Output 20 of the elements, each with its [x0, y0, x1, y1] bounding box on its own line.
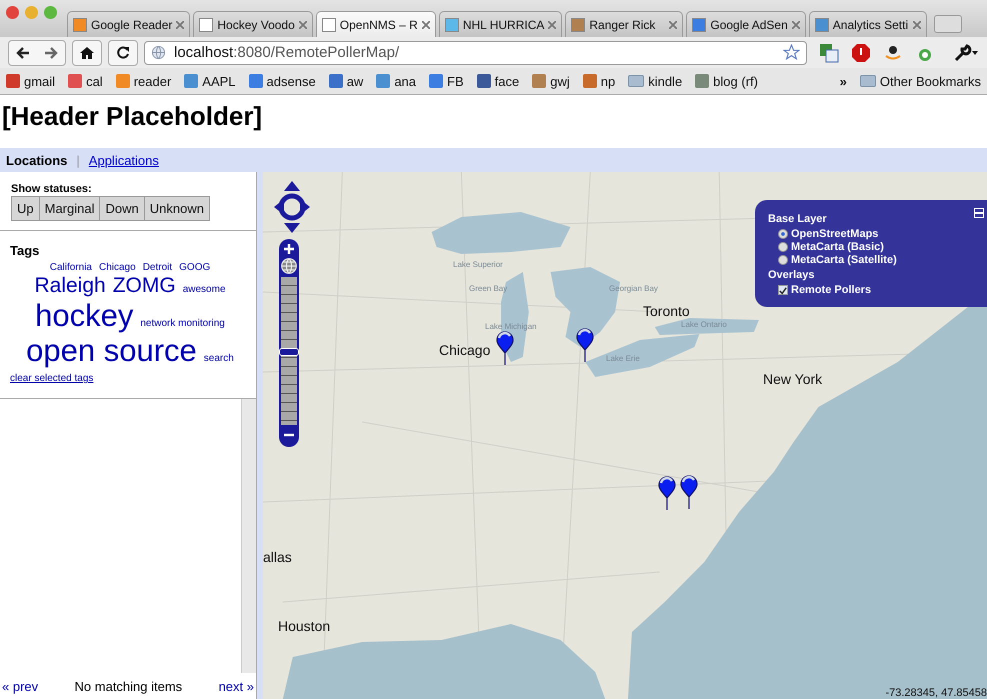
map-label: Chicago: [439, 342, 490, 358]
overlays-heading: Overlays: [768, 269, 816, 281]
layer-label: MetaCarta (Satellite): [791, 254, 897, 266]
map-label: Toronto: [643, 303, 690, 319]
pager-status: No matching items: [74, 678, 182, 694]
base-layer-heading: Base Layer: [768, 213, 828, 225]
map-label: Lake Superior: [453, 260, 503, 269]
statuses-label: Show statuses:: [11, 183, 93, 195]
layer-label: Remote Pollers: [791, 284, 872, 296]
tags-heading: Tags: [10, 243, 40, 258]
layer-label: OpenStreetMaps: [791, 228, 878, 240]
map-label: Houston: [278, 618, 330, 634]
map-label: Lake Erie: [606, 354, 640, 363]
map-label: Lake Ontario: [681, 320, 727, 329]
map-label: allas: [263, 549, 292, 565]
map-label: New York: [763, 371, 822, 387]
mouse-coordinates: -73.28345, 47.85458: [885, 687, 987, 699]
layer-label: MetaCarta (Basic): [791, 241, 884, 253]
page-header: [Header Placeholder]: [1, 100, 264, 133]
nav-separator: |: [76, 152, 80, 168]
